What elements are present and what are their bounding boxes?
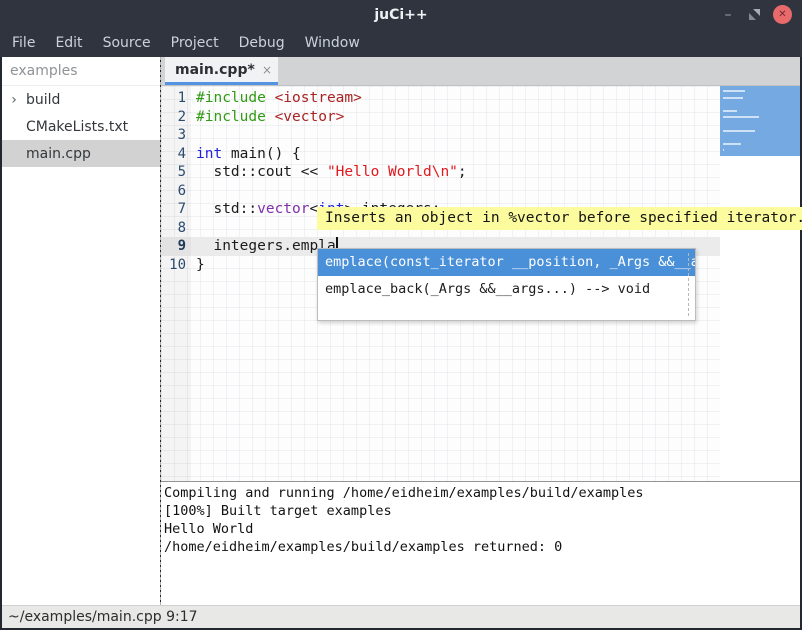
menu-item-debug[interactable]: Debug xyxy=(229,29,295,57)
output-panel[interactable]: Compiling and running /home/eidheim/exam… xyxy=(161,482,800,605)
line-number-4: 4 xyxy=(161,145,191,164)
menu-item-file[interactable]: File xyxy=(2,29,45,57)
window-title: juCi++ xyxy=(374,7,427,23)
minimap-line xyxy=(723,149,724,151)
tree-item-main-cpp[interactable]: main.cpp xyxy=(2,140,160,167)
line-number-gutter: 12345678910 xyxy=(161,86,191,481)
output-line: Hello World xyxy=(164,520,800,538)
line-number-3: 3 xyxy=(161,126,191,145)
menu-item-window[interactable]: Window xyxy=(295,29,370,57)
minimap-line xyxy=(723,110,737,112)
code-token: "Hello World\n" xyxy=(327,164,458,180)
line-number-9: 9 xyxy=(161,237,191,256)
tab-main-cpp[interactable]: main.cpp* × xyxy=(165,57,278,85)
code-area[interactable]: Inserts an object in %vector before spec… xyxy=(191,86,720,481)
minimap-line xyxy=(723,97,743,99)
tree-item-label: main.cpp xyxy=(26,146,91,162)
minimap-line xyxy=(723,130,755,132)
code-line-1[interactable]: #include <iostream> xyxy=(191,89,720,108)
minimap-slider[interactable] xyxy=(720,86,800,156)
code-token: <vector> xyxy=(275,109,345,125)
code-line-3[interactable] xyxy=(191,126,720,145)
minimap-line xyxy=(723,143,741,145)
close-button[interactable]: ✕ xyxy=(773,5,792,24)
line-number-1: 1 xyxy=(161,89,191,108)
window-controls: – ✕ xyxy=(720,0,792,29)
menu-item-edit[interactable]: Edit xyxy=(45,29,92,57)
output-line: [100%] Built target examples xyxy=(164,502,800,520)
code-line-6[interactable] xyxy=(191,182,720,201)
code-token xyxy=(266,90,275,106)
minimap xyxy=(720,86,800,481)
completion-item-1[interactable]: emplace_back(_Args &&__args...) --> void xyxy=(318,276,695,303)
statusbar: ~/examples/main.cpp 9:17 xyxy=(2,605,800,628)
line-number-10: 10 xyxy=(161,256,191,275)
editor: 12345678910 Inserts an object in %vector… xyxy=(161,86,800,481)
code-line-5[interactable]: std::cout << "Hello World\n"; xyxy=(191,163,720,182)
menubar: FileEditSourceProjectDebugWindow xyxy=(0,29,802,57)
completion-doc-tooltip: Inserts an object in %vector before spec… xyxy=(317,207,802,230)
sidebar: examples ›build CMakeLists.txt main.cpp xyxy=(2,57,160,605)
code-token: main() { xyxy=(222,146,301,162)
line-number-6: 6 xyxy=(161,182,191,201)
completion-popup: emplace(const_iterator __position, _Args… xyxy=(317,248,696,321)
output-line: Compiling and running /home/eidheim/exam… xyxy=(164,484,800,502)
tree-item-build[interactable]: ›build xyxy=(2,86,160,113)
code-token: int xyxy=(196,146,222,162)
code-token: integers.empla xyxy=(196,238,336,254)
code-token: #include xyxy=(196,90,266,106)
line-number-8: 8 xyxy=(161,219,191,238)
code-line-2[interactable]: #include <vector> xyxy=(191,108,720,127)
menu-item-source[interactable]: Source xyxy=(93,29,161,57)
project-root-label: examples xyxy=(2,57,160,86)
tabbar: main.cpp* × xyxy=(161,57,800,86)
code-token: ; xyxy=(458,164,467,180)
code-token: vector xyxy=(257,201,309,217)
restore-icon[interactable] xyxy=(749,9,760,20)
output-line: /home/eidheim/examples/build/examples re… xyxy=(164,538,800,556)
app-window: juCi++ – ✕ FileEditSourceProjectDebugWin… xyxy=(0,0,802,630)
tree-item-cmakelists-txt[interactable]: CMakeLists.txt xyxy=(2,113,160,140)
tree-item-label: build xyxy=(26,92,60,108)
code-token xyxy=(266,109,275,125)
tab-label: main.cpp* xyxy=(175,62,262,78)
completion-item-0[interactable]: emplace(const_iterator __position, _Args… xyxy=(318,249,695,276)
line-number-2: 2 xyxy=(161,108,191,127)
code-token: } xyxy=(196,257,205,273)
code-token: <iostream> xyxy=(275,90,362,106)
minimap-line xyxy=(723,90,745,92)
code-token: #include xyxy=(196,109,266,125)
line-number-7: 7 xyxy=(161,200,191,219)
code-token: std:: xyxy=(196,201,257,217)
menu-item-project[interactable]: Project xyxy=(161,29,229,57)
titlebar: juCi++ – ✕ xyxy=(0,0,802,29)
expander-icon[interactable]: › xyxy=(6,92,22,108)
code-token: std::cout << xyxy=(196,164,327,180)
line-number-5: 5 xyxy=(161,163,191,182)
code-line-4[interactable]: int main() { xyxy=(191,145,720,164)
tree-item-label: CMakeLists.txt xyxy=(26,119,128,135)
minimap-line xyxy=(723,116,759,118)
tab-close-icon[interactable]: × xyxy=(262,63,272,77)
minimize-button[interactable]: – xyxy=(720,7,736,23)
file-tree: ›build CMakeLists.txt main.cpp xyxy=(2,86,160,167)
